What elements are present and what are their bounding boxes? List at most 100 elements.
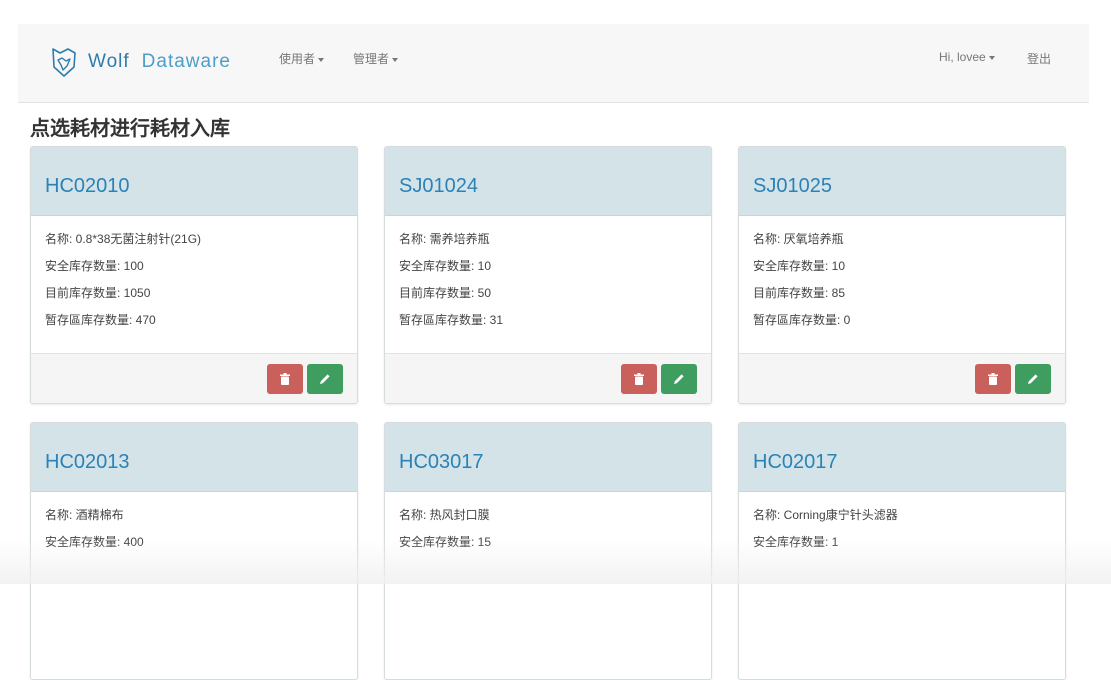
nav-admin-dropdown[interactable]: 管理者 — [353, 50, 399, 67]
safety-stock-label: 安全库存数量: — [753, 535, 832, 549]
current-stock-label: 目前库存数量: — [399, 286, 478, 300]
material-card[interactable]: HC02010 名称: 0.8*38无菌注射针(21G) 安全库存数量: 100… — [30, 146, 358, 404]
card-code: HC02017 — [753, 451, 838, 473]
name-label: 名称: — [399, 508, 430, 522]
delete-button[interactable] — [621, 364, 657, 394]
caret-down-icon — [988, 55, 995, 60]
safety-stock-row: 安全库存数量: 400 — [45, 535, 343, 549]
current-stock-row: 目前库存数量: 85 — [753, 286, 1051, 300]
card-header: SJ01025 — [739, 147, 1065, 216]
safety-stock-value: 10 — [477, 259, 492, 273]
card-code: HC02013 — [45, 451, 130, 473]
material-card[interactable]: SJ01025 名称: 厌氧培养瓶 安全库存数量: 10 目前库存数量: 85 … — [738, 146, 1066, 404]
safety-stock-row: 安全库存数量: 100 — [45, 259, 343, 273]
safety-stock-row: 安全库存数量: 10 — [399, 259, 697, 273]
current-stock-row: 目前库存数量: 1050 — [45, 286, 343, 300]
card-code: HC02010 — [45, 175, 130, 197]
pencil-icon — [1028, 374, 1038, 384]
safety-stock-row: 安全库存数量: 10 — [753, 259, 1051, 273]
caret-down-icon — [318, 57, 325, 62]
card-header: HC02013 — [31, 423, 357, 492]
pencil-icon — [320, 374, 330, 384]
trash-icon — [988, 373, 998, 385]
delete-button[interactable] — [975, 364, 1011, 394]
name-value: 0.8*38无菌注射针(21G) — [75, 232, 202, 246]
pencil-icon — [674, 374, 684, 384]
name-value: 热风封口膜 — [429, 508, 490, 522]
current-stock-value: 1050 — [123, 286, 151, 300]
card-header: SJ01024 — [385, 147, 711, 216]
temp-stock-label: 暂存區库存数量: — [753, 313, 844, 327]
name-row: 名称: 0.8*38无菌注射针(21G) — [45, 232, 343, 246]
brand-name-part1: Wolf — [88, 51, 130, 72]
safety-stock-row: 安全库存数量: 15 — [399, 535, 697, 549]
card-body: 名称: Corning康宁针头滤器 安全库存数量: 1 — [739, 492, 1065, 628]
safety-stock-label: 安全库存数量: — [399, 259, 478, 273]
edit-button[interactable] — [1015, 364, 1051, 394]
safety-stock-label: 安全库存数量: — [45, 259, 124, 273]
material-card[interactable]: HC03017 名称: 热风封口膜 安全库存数量: 15 — [384, 422, 712, 680]
temp-stock-label: 暂存區库存数量: — [399, 313, 490, 327]
logout-label: 登出 — [1027, 52, 1052, 66]
name-value: 厌氧培养瓶 — [783, 232, 844, 246]
name-value: Corning康宁针头滤器 — [783, 508, 898, 522]
nav-admin-label: 管理者 — [353, 52, 390, 66]
safety-stock-label: 安全库存数量: — [399, 535, 478, 549]
safety-stock-row: 安全库存数量: 1 — [753, 535, 1051, 549]
app-frame: Wolf Dataware 使用者 管理者 Hi, lovee 登出 点选耗材进… — [18, 24, 1089, 680]
safety-stock-value: 15 — [477, 535, 492, 549]
material-card[interactable]: HC02013 名称: 酒精棉布 安全库存数量: 400 — [30, 422, 358, 680]
safety-stock-value: 10 — [831, 259, 846, 273]
safety-stock-value: 1 — [831, 535, 839, 549]
logout-link[interactable]: 登出 — [1027, 50, 1051, 67]
temp-stock-row: 暂存區库存数量: 0 — [753, 313, 1051, 327]
card-body: 名称: 厌氧培养瓶 安全库存数量: 10 目前库存数量: 85 暂存區库存数量:… — [739, 216, 1065, 352]
name-label: 名称: — [753, 232, 784, 246]
card-header: HC02017 — [739, 423, 1065, 492]
card-body: 名称: 热风封口膜 安全库存数量: 15 — [385, 492, 711, 628]
name-row: 名称: 需养培养瓶 — [399, 232, 697, 246]
user-menu-dropdown[interactable]: Hi, lovee — [939, 50, 995, 64]
current-stock-label: 目前库存数量: — [753, 286, 832, 300]
safety-stock-value: 400 — [123, 535, 144, 549]
safety-stock-label: 安全库存数量: — [753, 259, 832, 273]
name-label: 名称: — [45, 508, 76, 522]
name-label: 名称: — [753, 508, 784, 522]
card-footer — [31, 353, 357, 403]
page-title: 点选耗材进行耗材入库 — [30, 118, 230, 140]
nav-users-label: 使用者 — [279, 52, 316, 66]
delete-button[interactable] — [267, 364, 303, 394]
name-value: 酒精棉布 — [75, 508, 124, 522]
edit-button[interactable] — [307, 364, 343, 394]
temp-stock-value: 0 — [843, 313, 851, 327]
nav-users-dropdown[interactable]: 使用者 — [279, 50, 325, 67]
card-body: 名称: 需养培养瓶 安全库存数量: 10 目前库存数量: 50 暂存區库存数量:… — [385, 216, 711, 352]
card-body: 名称: 0.8*38无菌注射针(21G) 安全库存数量: 100 目前库存数量:… — [31, 216, 357, 352]
current-stock-label: 目前库存数量: — [45, 286, 124, 300]
navbar: Wolf Dataware 使用者 管理者 Hi, lovee 登出 — [18, 24, 1089, 103]
card-header: HC02010 — [31, 147, 357, 216]
trash-icon — [280, 373, 290, 385]
card-body: 名称: 酒精棉布 安全库存数量: 400 — [31, 492, 357, 628]
name-value: 需养培养瓶 — [429, 232, 490, 246]
temp-stock-label: 暂存區库存数量: — [45, 313, 136, 327]
user-greeting: Hi, lovee — [939, 50, 986, 64]
brand[interactable]: Wolf Dataware — [50, 42, 231, 82]
name-row: 名称: 酒精棉布 — [45, 508, 343, 522]
edit-button[interactable] — [661, 364, 697, 394]
safety-stock-label: 安全库存数量: — [45, 535, 124, 549]
name-row: 名称: Corning康宁针头滤器 — [753, 508, 1051, 522]
temp-stock-row: 暂存區库存数量: 470 — [45, 313, 343, 327]
current-stock-row: 目前库存数量: 50 — [399, 286, 697, 300]
current-stock-value: 50 — [477, 286, 492, 300]
name-label: 名称: — [45, 232, 76, 246]
caret-down-icon — [392, 57, 399, 62]
wolf-logo-icon — [52, 48, 76, 77]
material-card[interactable]: SJ01024 名称: 需养培养瓶 安全库存数量: 10 目前库存数量: 50 … — [384, 146, 712, 404]
name-row: 名称: 厌氧培养瓶 — [753, 232, 1051, 246]
temp-stock-row: 暂存區库存数量: 31 — [399, 313, 697, 327]
current-stock-value: 85 — [831, 286, 846, 300]
material-card[interactable]: HC02017 名称: Corning康宁针头滤器 安全库存数量: 1 — [738, 422, 1066, 680]
trash-icon — [634, 373, 644, 385]
card-footer — [385, 353, 711, 403]
